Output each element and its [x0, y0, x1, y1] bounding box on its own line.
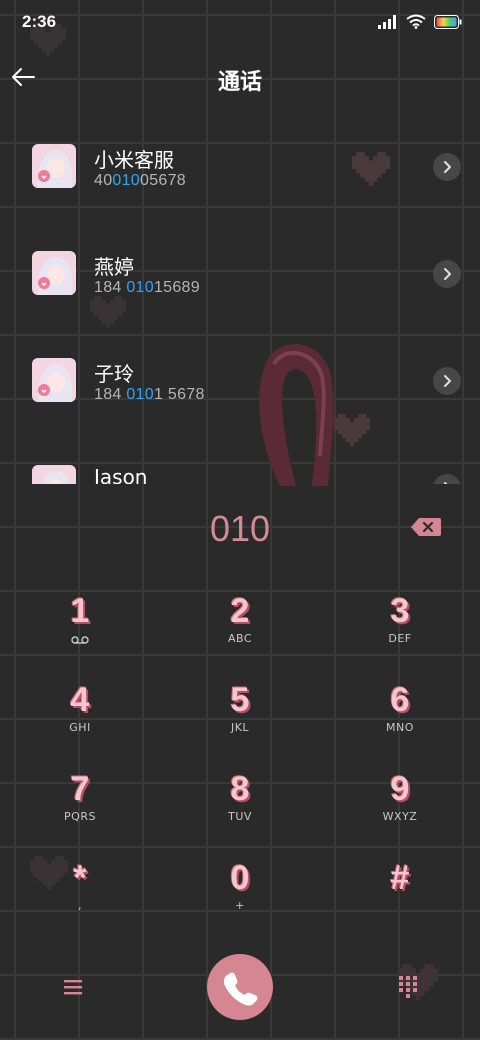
menu-icon [64, 980, 82, 995]
contact-name: Jason [94, 465, 148, 484]
contact-row[interactable]: 燕婷 184 01015689 [0, 237, 480, 344]
backspace-icon [411, 518, 441, 536]
status-time: 2:36 [22, 12, 57, 31]
chevron-right-icon [444, 482, 448, 484]
contact-list: 小米客服 4001005678 燕婷 184 01015689 子玲 184 0… [0, 130, 480, 484]
chevron-right-icon [444, 268, 451, 280]
page-title: 通话 [217, 70, 262, 95]
contact-number: 184 01015689 [94, 279, 200, 296]
contact-detail-button[interactable] [433, 474, 461, 484]
battery-icon [434, 14, 462, 29]
chevron-right-icon [444, 375, 451, 387]
contact-name: 小米客服 [94, 148, 174, 172]
key-6[interactable]: 6 MNO [320, 681, 480, 770]
contact-detail-button[interactable] [433, 367, 461, 395]
header: 通话 [0, 44, 480, 114]
avatar [32, 465, 76, 484]
key-hash[interactable]: # [320, 859, 480, 948]
status-bar: 2:36 [0, 0, 480, 44]
key-9[interactable]: 9 WXYZ [320, 770, 480, 859]
contact-row[interactable]: 子玲 184 0101 5678 [0, 344, 480, 451]
key-8[interactable]: 8 TUV [160, 770, 320, 859]
key-5[interactable]: 5 JKL [160, 681, 320, 770]
key-2[interactable]: 2 ABC [160, 592, 320, 681]
avatar [32, 144, 76, 188]
avatar [32, 358, 76, 402]
signal-icon [378, 14, 396, 29]
contact-name: 子玲 [94, 362, 134, 386]
key-4[interactable]: 4 GHI [0, 681, 160, 770]
dialpad-toggle-button[interactable] [396, 974, 420, 1000]
contact-row[interactable]: 小米客服 4001005678 [0, 130, 480, 237]
dialer: 010 1 2 ABC 3 DEF 4 GHI 5 JKL 6 MNO 7 PQ… [0, 484, 480, 1040]
key-1[interactable]: 1 [0, 592, 160, 681]
contact-row[interactable]: Jason [0, 451, 480, 484]
contact-detail-button[interactable] [433, 153, 461, 181]
chevron-right-icon [444, 161, 451, 173]
status-icons [378, 14, 462, 29]
contact-number: 4001005678 [94, 172, 187, 189]
menu-button[interactable] [60, 976, 86, 998]
contact-name: 燕婷 [94, 255, 134, 279]
wifi-icon [406, 14, 426, 29]
key-3[interactable]: 3 DEF [320, 592, 480, 681]
dialpad-icon [399, 976, 417, 998]
avatar [32, 251, 76, 295]
phone-icon [223, 972, 258, 1006]
dialed-number: 010 [209, 508, 271, 549]
key-7[interactable]: 7 PQRS [0, 770, 160, 859]
call-button[interactable] [207, 954, 273, 1020]
backspace-button[interactable] [410, 516, 442, 538]
contact-number: 184 0101 5678 [94, 386, 205, 403]
voicemail-icon [71, 636, 89, 644]
contact-detail-button[interactable] [433, 260, 461, 288]
bottom-bar [0, 954, 480, 1034]
key-0[interactable]: 0 + [160, 859, 320, 948]
key-star[interactable]: * , [0, 859, 160, 948]
